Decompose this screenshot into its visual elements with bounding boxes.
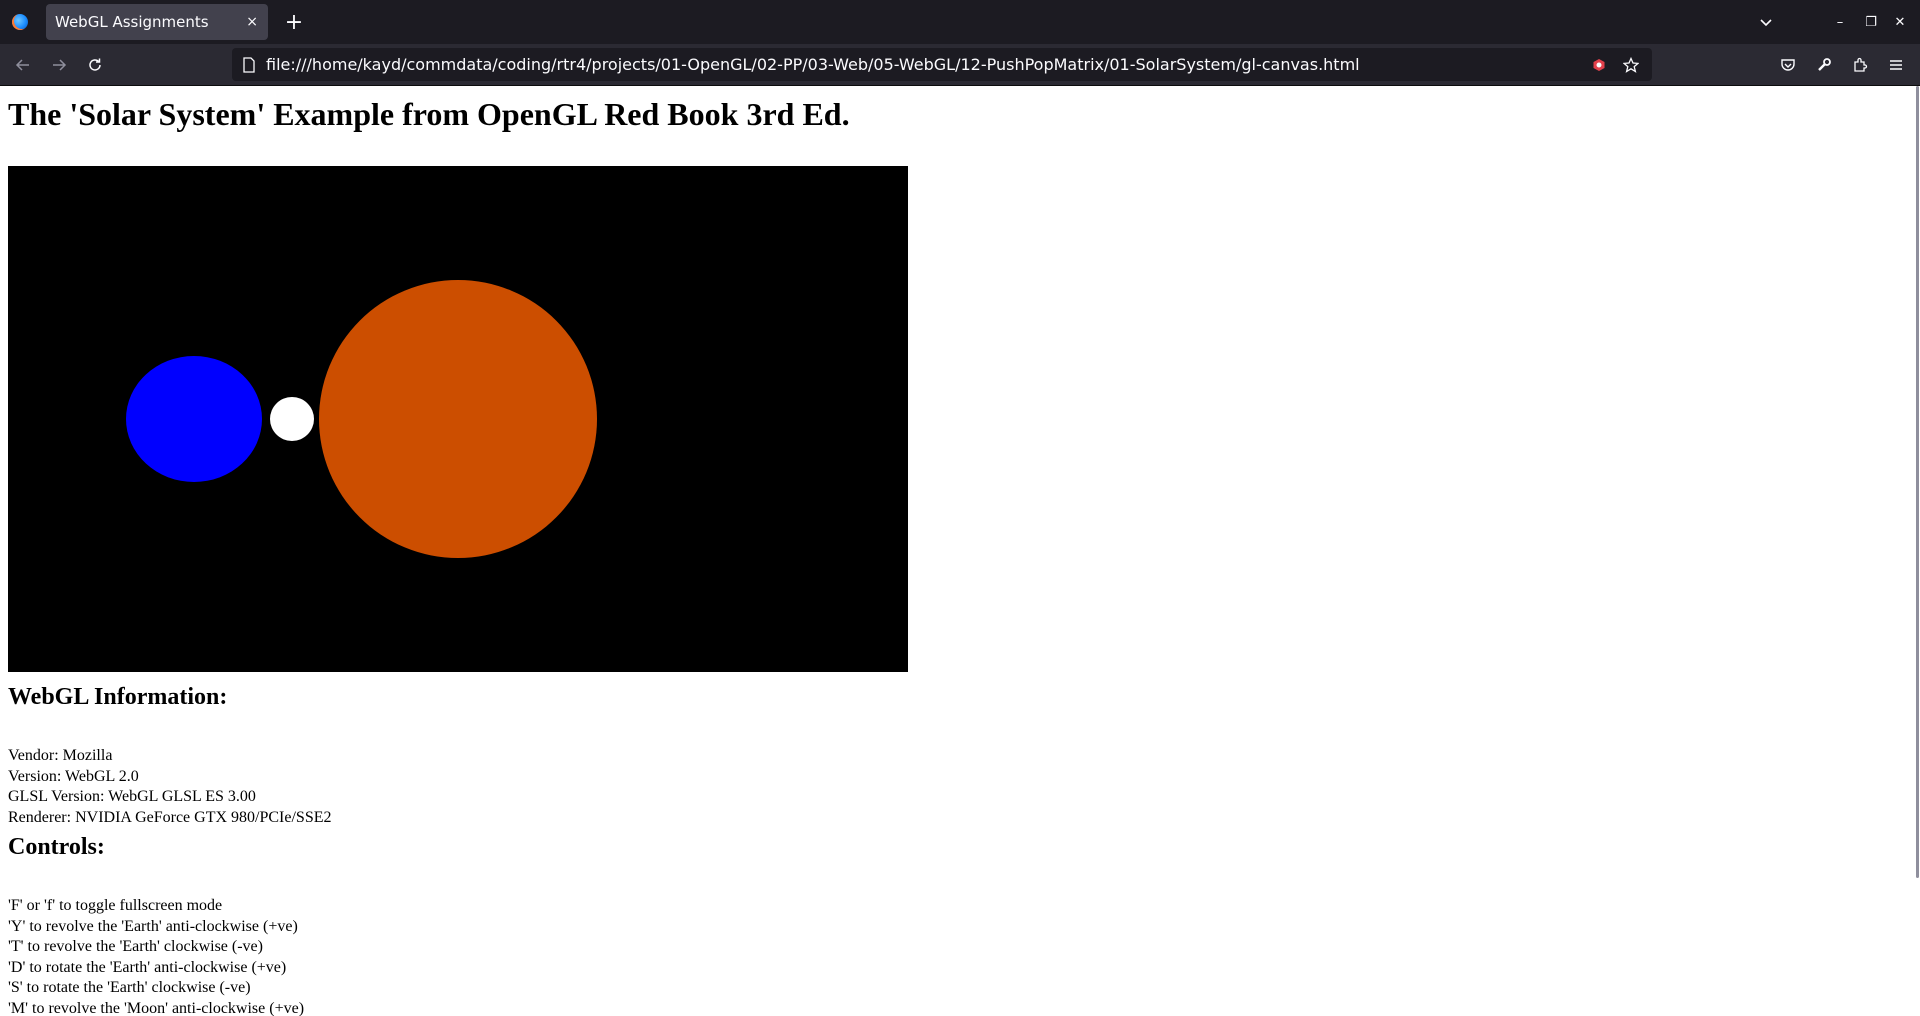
info-glsl-version: GLSL Version: WebGL GLSL ES 3.00 xyxy=(8,788,256,806)
page-content: The 'Solar System' Example from OpenGL R… xyxy=(0,86,1914,1016)
tab-bar: WebGL Assignments × + – ❐ ✕ xyxy=(0,0,1920,44)
tab-close-icon[interactable]: × xyxy=(246,14,258,30)
info-vendor: Vendor: Mozilla xyxy=(8,747,113,764)
navigation-toolbar: file:///home/kayd/commdata/coding/rtr4/p… xyxy=(0,44,1920,86)
control-line: 'M' to revolve the 'Moon' anti-clockwise… xyxy=(8,999,305,1016)
earth-sphere xyxy=(126,356,262,482)
control-line: 'T' to revolve the 'Earth' clockwise (-v… xyxy=(8,938,263,956)
forward-arrow-icon[interactable] xyxy=(45,51,73,79)
info-renderer: Renderer: NVIDIA GeForce GTX 980/PCIe/SS… xyxy=(8,808,332,826)
page-scrollbar[interactable] xyxy=(1914,86,1920,1016)
url-bar[interactable]: file:///home/kayd/commdata/coding/rtr4/p… xyxy=(232,48,1652,81)
minimize-button[interactable]: – xyxy=(1826,8,1854,36)
sun-sphere xyxy=(319,280,597,558)
control-line: 'Y' to revolve the 'Earth' anti-clockwis… xyxy=(8,917,298,935)
bookmark-star-icon[interactable] xyxy=(1620,54,1642,76)
page-title: The 'Solar System' Example from OpenGL R… xyxy=(8,96,850,132)
extension-shield-icon[interactable] xyxy=(1588,54,1610,76)
tab-list-chevron-icon[interactable] xyxy=(1752,8,1780,36)
hamburger-menu-icon[interactable] xyxy=(1882,51,1910,79)
tab-title: WebGL Assignments xyxy=(55,13,209,31)
controls-list: 'F' or 'f' to toggle fullscreen mode 'Y'… xyxy=(8,896,304,1016)
browser-tab[interactable]: WebGL Assignments × xyxy=(46,4,268,40)
reload-icon[interactable] xyxy=(81,51,109,79)
wrench-icon[interactable] xyxy=(1810,51,1838,79)
extensions-puzzle-icon[interactable] xyxy=(1846,51,1874,79)
controls-heading: Controls: xyxy=(8,834,105,860)
control-line: 'F' or 'f' to toggle fullscreen mode xyxy=(8,897,223,914)
pocket-icon[interactable] xyxy=(1774,51,1802,79)
back-arrow-icon[interactable] xyxy=(9,51,37,79)
url-text[interactable]: file:///home/kayd/commdata/coding/rtr4/p… xyxy=(266,55,1578,74)
page-file-icon xyxy=(242,56,256,73)
control-line: 'D' to rotate the 'Earth' anti-clockwise… xyxy=(8,958,287,976)
close-window-button[interactable]: ✕ xyxy=(1886,8,1914,36)
new-tab-button[interactable]: + xyxy=(280,8,308,36)
info-version: Version: WebGL 2.0 xyxy=(8,767,139,785)
scrollbar-thumb[interactable] xyxy=(1916,86,1919,878)
moon-sphere xyxy=(270,397,314,441)
webgl-canvas[interactable] xyxy=(8,166,908,672)
firefox-logo-icon[interactable] xyxy=(0,0,40,44)
restore-button[interactable]: ❐ xyxy=(1857,8,1885,36)
webgl-info-heading: WebGL Information: xyxy=(8,684,228,710)
webgl-info-list: Vendor: Mozilla Version: WebGL 2.0 GLSL … xyxy=(8,746,332,828)
control-line: 'S' to rotate the 'Earth' clockwise (-ve… xyxy=(8,979,251,997)
